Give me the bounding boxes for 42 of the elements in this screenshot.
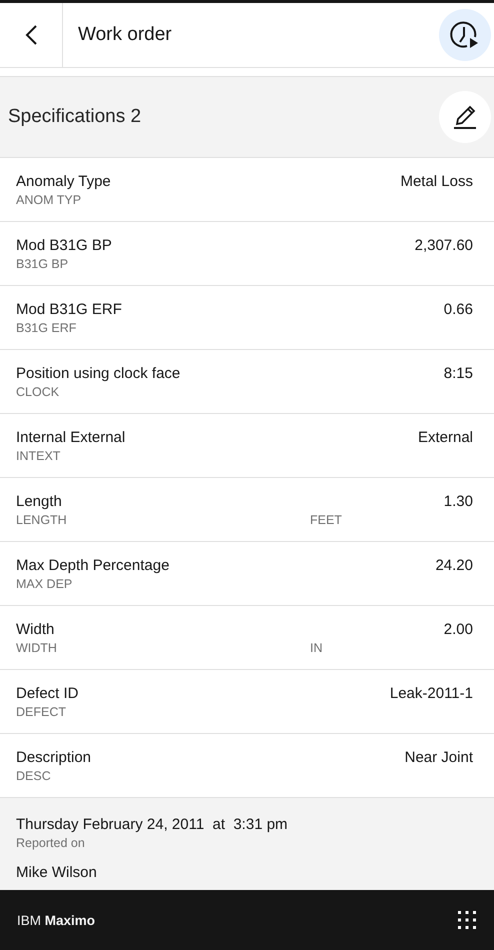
attribute-name: WIDTH <box>16 640 57 657</box>
spec-value: 8:15 <box>444 365 473 383</box>
spec-value: 2.00 <box>444 621 473 639</box>
spec-value: Near Joint <box>404 749 473 767</box>
spec-label: Defect ID <box>16 685 79 703</box>
reported-by: Mike Wilson <box>16 864 98 882</box>
unit-label: IN <box>310 640 322 657</box>
spec-value: External <box>418 429 473 447</box>
attribute-name: DESC <box>16 768 51 785</box>
spec-value: Metal Loss <box>400 173 473 191</box>
spec-value: 0.66 <box>444 301 473 319</box>
spec-value: Leak-2011-1 <box>390 685 473 703</box>
attribute-name: ANOM TYP <box>16 192 82 209</box>
spec-value: 1.30 <box>444 493 473 511</box>
history-button[interactable] <box>439 9 491 61</box>
spec-value: 2,307.60 <box>414 237 473 255</box>
spec-label: Position using clock face <box>16 365 180 383</box>
spec-label: Width <box>16 621 54 639</box>
spec-label: Max Depth Percentage <box>16 557 170 575</box>
spec-value: 24.20 <box>435 557 473 575</box>
page-title: Work order <box>77 24 173 46</box>
attribute-name: B31G BP <box>16 256 68 273</box>
app-switcher-button[interactable] <box>457 910 477 930</box>
pencil-icon <box>451 103 479 131</box>
attribute-name: LENGTH <box>16 512 67 529</box>
spec-label: Internal External <box>16 429 126 447</box>
attribute-name: DEFECT <box>16 704 66 721</box>
attribute-name: B31G ERF <box>16 320 76 337</box>
brand-name: IBM Maximo <box>17 912 96 928</box>
reported-label: Reported on <box>16 835 85 852</box>
spec-label: Length <box>16 493 62 511</box>
attribute-name: CLOCK <box>16 384 60 401</box>
spec-label: Description <box>16 749 92 767</box>
attribute-name: MAX DEP <box>16 576 72 593</box>
spec-label: Mod B31G BP <box>16 237 112 255</box>
spec-label: Anomaly Type <box>16 173 111 191</box>
attribute-name: INTEXT <box>16 448 60 465</box>
grid-icon <box>457 910 477 930</box>
reported-date: Thursday February 24, 2011 at 3:31 pm <box>16 816 289 834</box>
spec-label: Mod B31G ERF <box>16 301 122 319</box>
section-title: Specifications 2 <box>8 106 142 128</box>
unit-label: FEET <box>310 512 342 529</box>
